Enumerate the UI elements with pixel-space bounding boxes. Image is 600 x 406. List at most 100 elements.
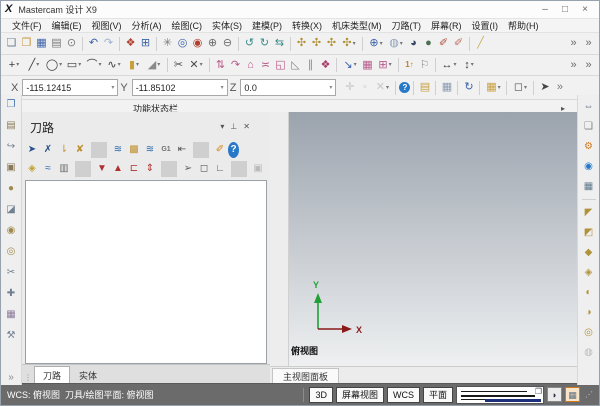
tool-library-icon[interactable]: ▦: [3, 307, 19, 322]
close-button[interactable]: ×: [575, 2, 595, 17]
panel-pin-icon[interactable]: ⊥: [230, 123, 237, 131]
shaded-view-icon[interactable]: ◕: [406, 36, 421, 52]
surface-flowline-icon[interactable]: ◤: [581, 205, 597, 220]
dropdown-arrow-icon[interactable]: ▾: [221, 84, 224, 91]
menu-solids[interactable]: 实体(S): [207, 19, 247, 32]
regen-selected-icon[interactable]: ≋: [142, 142, 158, 158]
open-file-icon[interactable]: ❒: [19, 36, 34, 52]
material-render-alt-icon[interactable]: ✐: [451, 36, 466, 52]
zoom-dynamic-icon[interactable]: ✳: [160, 36, 175, 52]
rectangle-icon[interactable]: ▭: [64, 57, 84, 73]
dynamic-xform-icon[interactable]: ❖: [318, 57, 333, 73]
operations-tree[interactable]: [25, 180, 267, 364]
select-cursor-icon[interactable]: ➤: [537, 80, 552, 96]
regen-all-icon[interactable]: ≋: [110, 142, 126, 158]
undo-icon[interactable]: ↶: [86, 36, 101, 52]
machine-sim-icon[interactable]: ⚒: [3, 328, 19, 343]
new-file-icon[interactable]: ❏: [4, 36, 19, 52]
deselect-tool-ops-icon[interactable]: ✘: [72, 142, 88, 158]
toolbar-overflow2-icon[interactable]: »: [581, 36, 596, 52]
solid-icon[interactable]: ▮: [124, 57, 144, 73]
dropdown-arrow-icon[interactable]: ▾: [329, 84, 332, 91]
select-tool-ops-icon[interactable]: ⇂: [56, 142, 72, 158]
xform-array-icon[interactable]: ∥: [303, 57, 318, 73]
menu-view[interactable]: 视图(V): [87, 19, 127, 32]
save-icon[interactable]: ▦: [34, 36, 49, 52]
verify-icon[interactable]: ✐: [212, 142, 228, 158]
info-icon[interactable]: ◉: [581, 159, 597, 174]
display-options-icon[interactable]: ▦: [581, 179, 597, 194]
fit-window-icon[interactable]: ⇔: [581, 99, 597, 114]
gview-3d-button[interactable]: 3D: [309, 386, 333, 403]
panel-close-icon[interactable]: ✕: [243, 123, 250, 131]
panel-menu-icon[interactable]: ▾: [220, 123, 224, 131]
gnomon-iso-icon[interactable]: ✣: [339, 36, 359, 52]
surface-fence-icon[interactable]: ◆: [581, 245, 597, 260]
select-associated-icon[interactable]: ➢: [180, 161, 196, 177]
spline-icon[interactable]: ∿: [104, 57, 124, 73]
help-icon[interactable]: ?: [399, 82, 411, 93]
coord-overflow-icon[interactable]: »: [552, 80, 567, 96]
add-tool-icon[interactable]: ✚: [3, 286, 19, 301]
xform-translate-icon[interactable]: ⇅: [213, 57, 228, 73]
pencil-line-icon[interactable]: ╱: [473, 36, 488, 52]
geometry-icon[interactable]: ∟: [212, 161, 228, 177]
surface-draft-icon[interactable]: ◈: [581, 265, 597, 280]
xform-rotate-icon[interactable]: ↷: [228, 57, 243, 73]
select-all-operations-icon[interactable]: ➤: [24, 142, 40, 158]
autocursor-icon[interactable]: ✛: [342, 80, 357, 96]
translucent-view-icon[interactable]: ◍: [386, 36, 406, 52]
note-icon[interactable]: ⚐: [417, 57, 432, 73]
nesting-icon[interactable]: ⊞: [375, 57, 395, 73]
disabled-option-icon[interactable]: ▣: [250, 161, 266, 177]
menu-toolpaths[interactable]: 刀路(T): [387, 19, 427, 32]
redo-icon[interactable]: ↷: [101, 36, 116, 52]
renumber-icon[interactable]: 1↑: [402, 57, 417, 73]
break-icon[interactable]: ✕: [186, 57, 206, 73]
mill-tool-icon[interactable]: ◉: [3, 223, 19, 238]
stock-setup-icon[interactable]: ▤: [3, 118, 19, 133]
copy-attributes-icon[interactable]: ▤: [417, 80, 432, 96]
cursor-point-icon[interactable]: ◦: [357, 80, 372, 96]
menu-model[interactable]: 建模(P): [247, 19, 287, 32]
machine-properties-icon[interactable]: ❐: [3, 97, 19, 112]
dynamic-rotate-icon[interactable]: ↺: [242, 36, 257, 52]
chamfer-icon[interactable]: ◢: [144, 57, 164, 73]
toolbar2-overflow2-icon[interactable]: »: [581, 57, 596, 73]
surface-revolve-icon[interactable]: ◑: [581, 305, 597, 320]
z-coordinate-input[interactable]: 0.0 ▾: [240, 79, 337, 96]
line-icon[interactable]: ╱: [24, 57, 44, 73]
minimize-button[interactable]: –: [535, 2, 555, 17]
surface-net-icon[interactable]: ◩: [581, 225, 597, 240]
shaded-edges-view-icon[interactable]: ●: [421, 36, 436, 52]
maximize-button[interactable]: □: [555, 2, 575, 17]
tab-grip[interactable]: ⋮: [24, 373, 32, 382]
deselect-all-operations-icon[interactable]: ✗: [40, 142, 56, 158]
print-icon[interactable]: ▤: [49, 36, 64, 52]
menu-edit[interactable]: 编辑(E): [47, 19, 87, 32]
zoom-target-icon[interactable]: ◉: [190, 36, 205, 52]
wcs-button[interactable]: WCS: [386, 386, 420, 403]
fillet-icon[interactable]: ⌒: [84, 57, 104, 73]
move-to-origin-icon[interactable]: ↘: [340, 57, 360, 73]
gear-icon[interactable]: ⚙: [581, 139, 597, 154]
material-render-icon[interactable]: ✐: [436, 36, 451, 52]
menu-file[interactable]: 文件(F): [7, 19, 47, 32]
toggle-toolpath-display-icon[interactable]: ≈: [40, 161, 56, 177]
chain-icon[interactable]: ↪: [3, 139, 19, 154]
menu-screen[interactable]: 屏幕(R): [426, 19, 467, 32]
print-preview-icon[interactable]: ⊙: [64, 36, 79, 52]
point-icon[interactable]: +: [4, 57, 24, 73]
grid-settings-icon[interactable]: ▦: [483, 80, 503, 96]
scroll-insert-icon[interactable]: ⇕: [142, 161, 158, 177]
clear-entry-icon[interactable]: ✕: [372, 80, 392, 96]
xform-scale-icon[interactable]: ◱: [273, 57, 288, 73]
dim-vertical-icon[interactable]: ↕: [459, 57, 479, 73]
material-icon[interactable]: ●: [3, 181, 19, 196]
g1-post-icon[interactable]: G1: [158, 142, 174, 158]
pan-icon[interactable]: ↻: [257, 36, 272, 52]
lathe-tool-icon[interactable]: ◎: [3, 244, 19, 259]
line-style-selector[interactable]: ❐: [456, 385, 544, 404]
zoom-window-icon[interactable]: ◎: [175, 36, 190, 52]
y-coordinate-input[interactable]: -11.85102 ▾: [131, 79, 228, 96]
